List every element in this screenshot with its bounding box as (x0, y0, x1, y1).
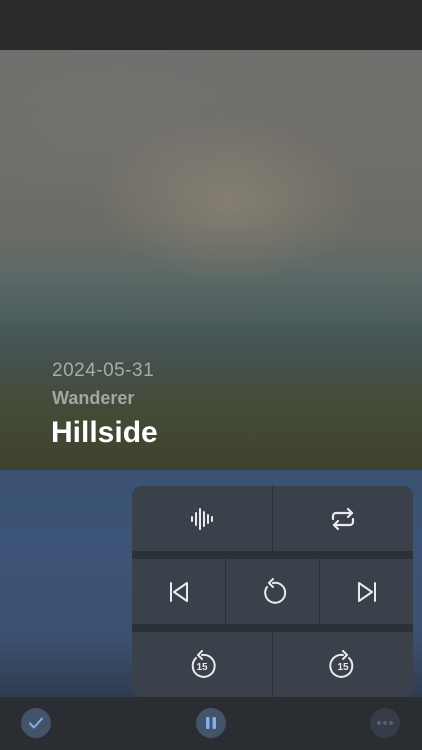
playback-controls-panel: 15 15 (132, 486, 413, 697)
checkmark-icon (29, 717, 43, 729)
waveform-button[interactable] (132, 486, 272, 551)
divider (132, 551, 413, 559)
top-bar (0, 0, 422, 50)
replay-button[interactable] (226, 559, 319, 624)
skip-next-icon (357, 581, 376, 602)
skip-back-15-icon: 15 (191, 649, 216, 678)
track-date: 2024-05-31 (52, 360, 155, 381)
bottom-bar (0, 697, 422, 750)
pause-button[interactable] (196, 708, 226, 738)
repeat-icon (331, 507, 355, 530)
album-artwork: 2024-05-31 Wanderer Hillside (0, 50, 422, 470)
skip-forward-15-icon: 15 (329, 649, 354, 678)
skip-back-15-label: 15 (196, 662, 208, 673)
more-options-button[interactable] (370, 708, 400, 738)
skip-forward-15-label: 15 (337, 662, 349, 673)
track-title: Hillside (51, 416, 158, 449)
track-artist: Wanderer (52, 388, 135, 408)
more-options-icon (377, 721, 393, 725)
skip-next-button[interactable] (320, 559, 413, 624)
skip-previous-icon (169, 581, 188, 602)
repeat-button[interactable] (273, 486, 413, 551)
skip-back-15-button[interactable]: 15 (132, 632, 272, 697)
skip-forward-15-button[interactable]: 15 (273, 632, 413, 697)
divider (132, 624, 413, 632)
waveform-icon (191, 507, 213, 530)
mark-played-button[interactable] (21, 708, 51, 738)
replay-icon (263, 577, 286, 604)
pause-icon (206, 717, 216, 729)
skip-previous-button[interactable] (132, 559, 225, 624)
